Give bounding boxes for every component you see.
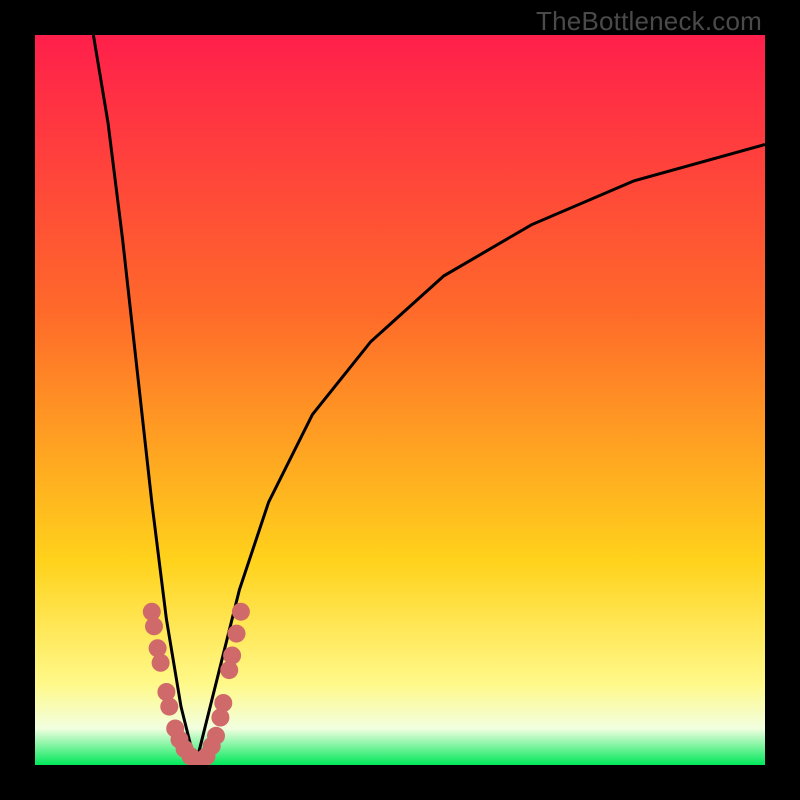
data-dot xyxy=(160,698,178,716)
data-dot xyxy=(223,647,241,665)
gradient-background xyxy=(35,35,765,765)
chart-svg xyxy=(35,35,765,765)
data-dot xyxy=(145,617,163,635)
data-dot xyxy=(214,694,232,712)
data-dot xyxy=(232,603,250,621)
data-dot xyxy=(152,654,170,672)
data-dot xyxy=(228,625,246,643)
chart-stage: TheBottleneck.com xyxy=(0,0,800,800)
watermark-text: TheBottleneck.com xyxy=(536,6,762,37)
data-dot xyxy=(207,727,225,745)
plot-area xyxy=(35,35,765,765)
